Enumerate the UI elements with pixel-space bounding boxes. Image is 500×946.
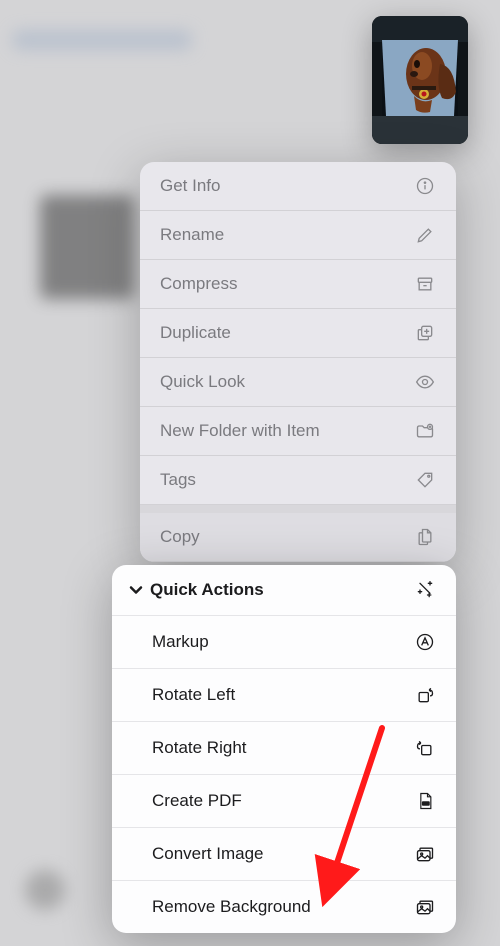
qa-label: Convert Image — [152, 844, 264, 864]
menu-label: Get Info — [160, 176, 220, 196]
photo-stack-icon — [414, 843, 436, 865]
doc-on-doc-icon — [414, 526, 436, 548]
eye-icon — [414, 371, 436, 393]
qa-label: Remove Background — [152, 897, 311, 917]
pencil-icon — [414, 224, 436, 246]
menu-item-rename[interactable]: Rename — [140, 211, 456, 260]
qa-item-convert-image[interactable]: Convert Image — [112, 828, 456, 881]
file-thumbnail — [372, 16, 468, 144]
menu-label: Compress — [160, 274, 237, 294]
photo-stack-icon — [414, 896, 436, 918]
qa-label: Create PDF — [152, 791, 242, 811]
menu-label: Tags — [160, 470, 196, 490]
sparkles-icon — [414, 579, 436, 601]
tag-icon — [414, 469, 436, 491]
rotate-left-icon — [414, 684, 436, 706]
qa-item-rotate-left[interactable]: Rotate Left — [112, 669, 456, 722]
context-menu: Get Info Rename Compress Duplicate Quick… — [140, 162, 456, 562]
menu-label: Copy — [160, 527, 200, 547]
folder-plus-icon — [414, 420, 436, 442]
qa-item-create-pdf[interactable]: Create PDF — [112, 775, 456, 828]
qa-label: Markup — [152, 632, 209, 652]
qa-item-remove-background[interactable]: Remove Background — [112, 881, 456, 933]
info-icon — [414, 175, 436, 197]
rotate-right-icon — [414, 737, 436, 759]
menu-item-tags[interactable]: Tags — [140, 456, 456, 505]
menu-item-copy[interactable]: Copy — [140, 513, 456, 562]
menu-item-compress[interactable]: Compress — [140, 260, 456, 309]
qa-label: Rotate Right — [152, 738, 247, 758]
menu-item-quick-look[interactable]: Quick Look — [140, 358, 456, 407]
qa-item-markup[interactable]: Markup — [112, 616, 456, 669]
markup-icon — [414, 631, 436, 653]
pdf-icon — [414, 790, 436, 812]
menu-item-duplicate[interactable]: Duplicate — [140, 309, 456, 358]
quick-actions-header[interactable]: Quick Actions — [112, 565, 456, 616]
quick-actions-title: Quick Actions — [150, 580, 414, 600]
menu-label: Rename — [160, 225, 224, 245]
menu-label: Quick Look — [160, 372, 245, 392]
qa-item-rotate-right[interactable]: Rotate Right — [112, 722, 456, 775]
menu-label: Duplicate — [160, 323, 231, 343]
menu-item-new-folder[interactable]: New Folder with Item — [140, 407, 456, 456]
chevron-down-icon — [126, 580, 146, 600]
qa-label: Rotate Left — [152, 685, 235, 705]
plus-square-on-square-icon — [414, 322, 436, 344]
menu-label: New Folder with Item — [160, 421, 320, 441]
menu-item-get-info[interactable]: Get Info — [140, 162, 456, 211]
archivebox-icon — [414, 273, 436, 295]
quick-actions-menu: Quick Actions Markup Rotate Left Rotate … — [112, 565, 456, 933]
menu-separator — [140, 505, 456, 513]
